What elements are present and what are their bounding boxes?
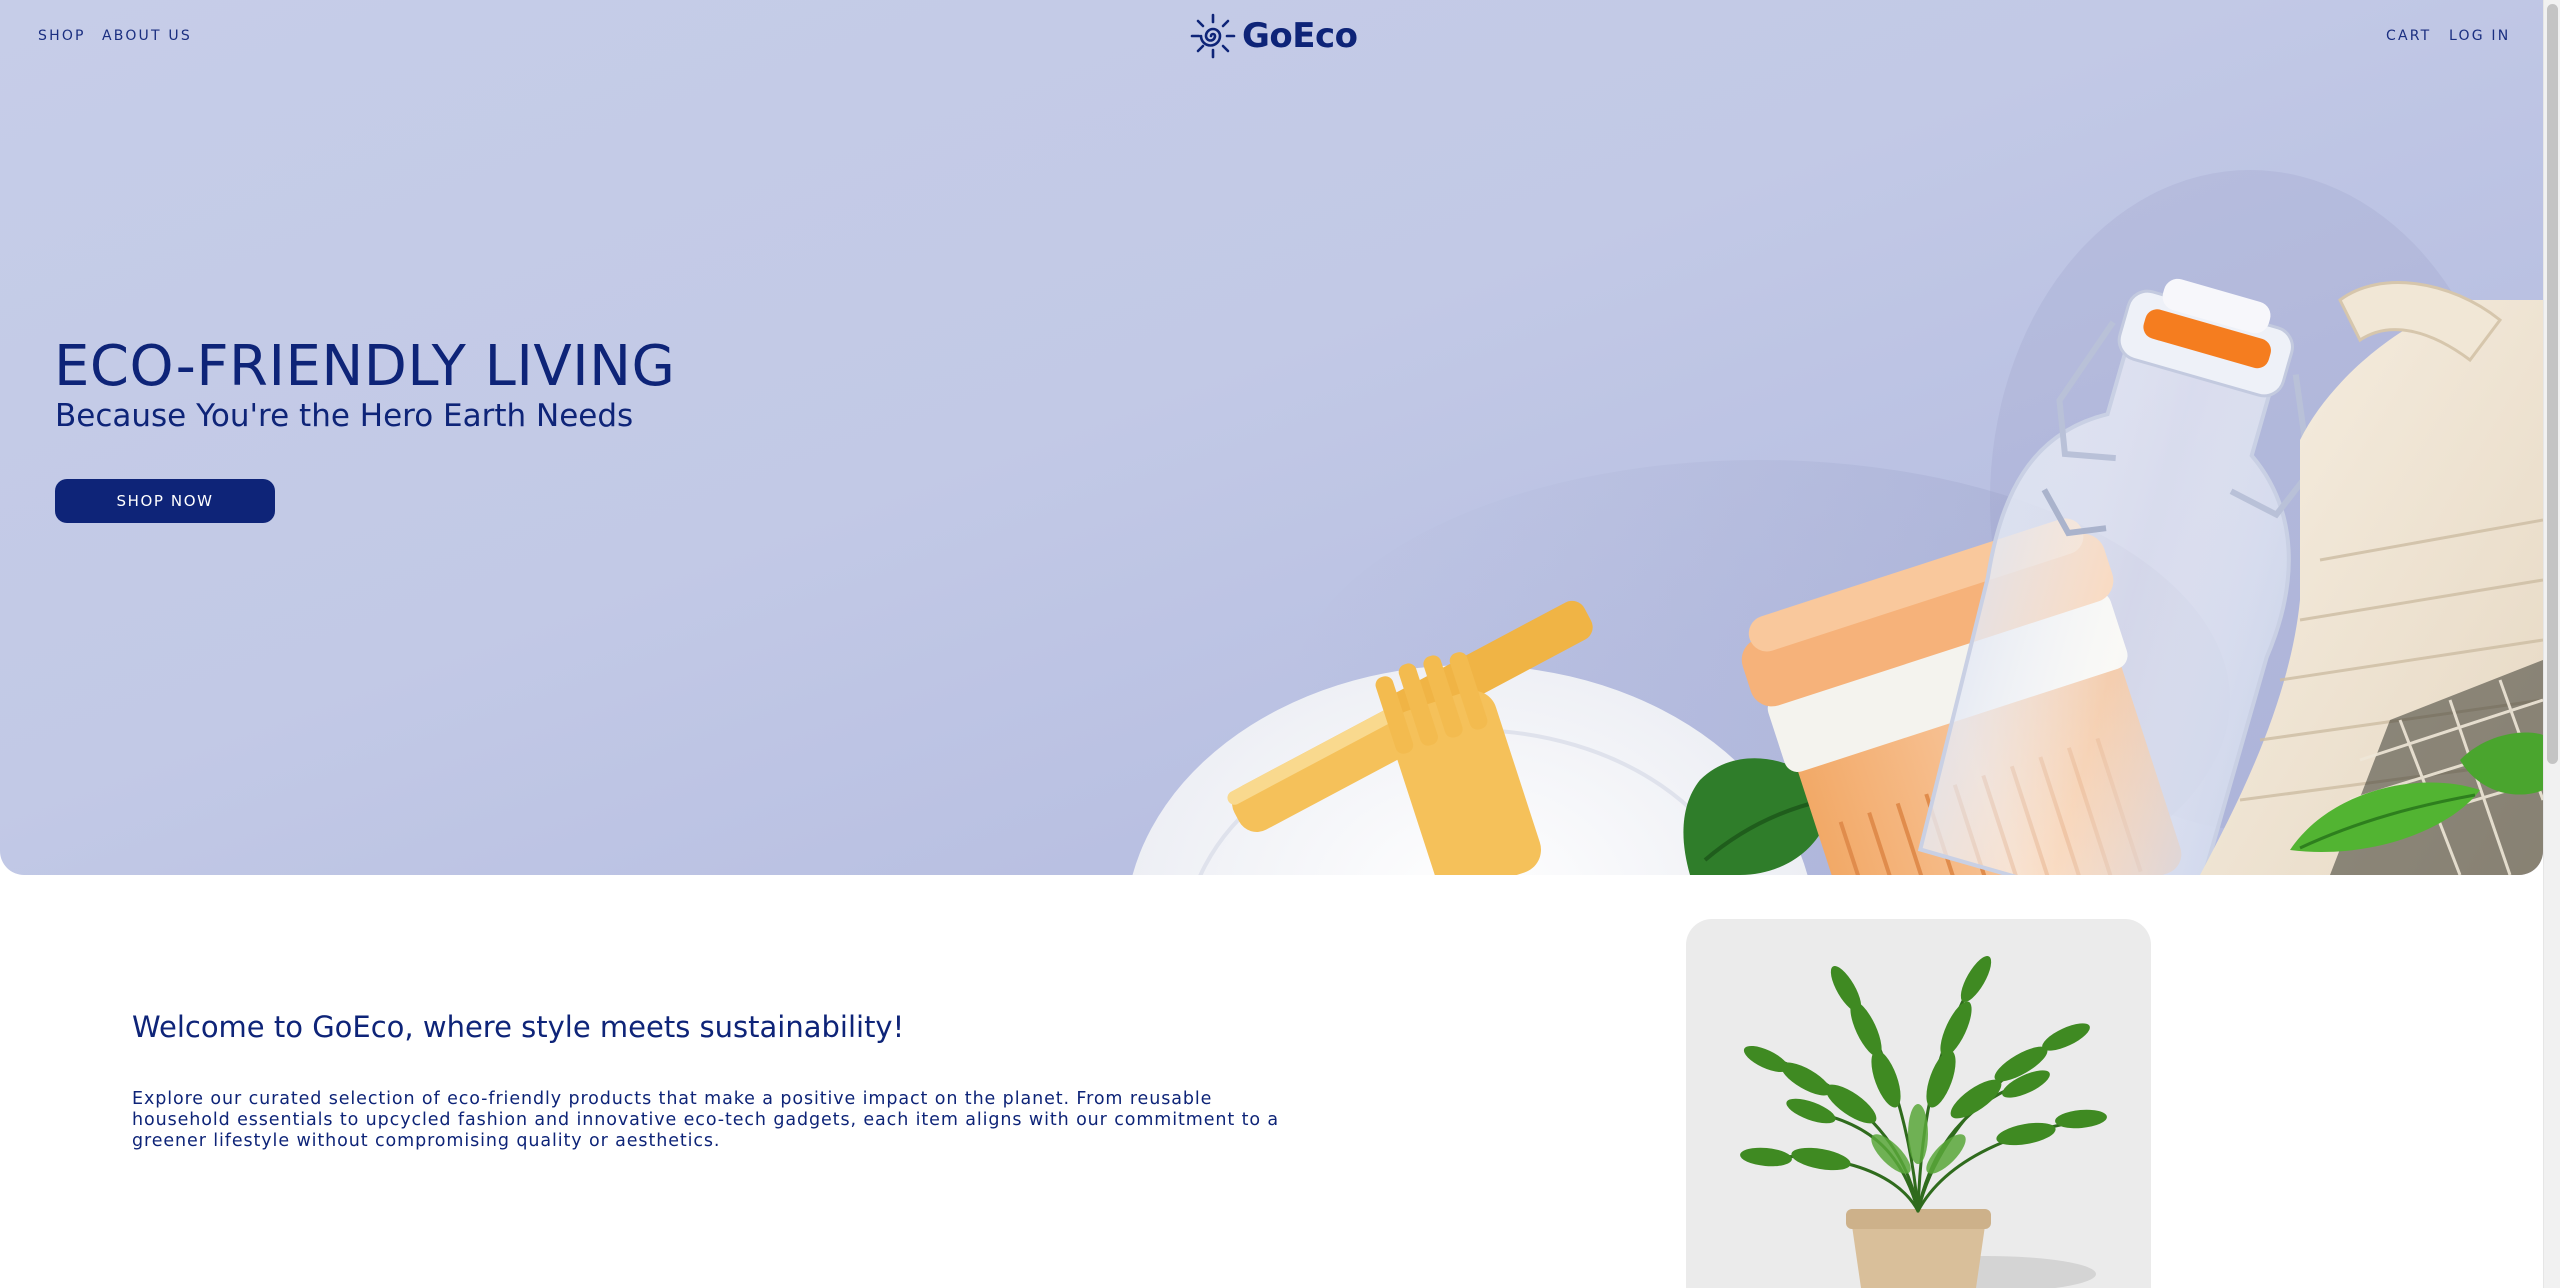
hero-title: ECO-FRIENDLY LIVING: [54, 334, 676, 399]
hero-product-image: [1132, 170, 2543, 875]
nav-link-log-in[interactable]: LOG IN: [2449, 28, 2510, 44]
goeco-logo[interactable]: GoEco: [1190, 12, 1358, 60]
shop-now-button[interactable]: SHOP NOW: [55, 479, 275, 523]
hero-subtitle: Because You're the Hero Earth Needs: [55, 398, 634, 434]
welcome-description: Explore our curated selection of eco-fri…: [132, 1089, 1280, 1151]
welcome-heading: Welcome to GoEco, where style meets sust…: [132, 1010, 905, 1044]
hero-banner: SHOP ABOUT US GoEco CART LOG IN ECO-FRIE…: [0, 0, 2543, 875]
nav-link-shop[interactable]: SHOP: [38, 28, 86, 44]
plant-product-card[interactable]: [1686, 919, 2151, 1288]
fern-plant-image: [1740, 956, 2107, 1288]
top-navigation: SHOP ABOUT US GoEco CART LOG IN: [0, 0, 2543, 72]
page-scrollbar[interactable]: [2543, 0, 2560, 1288]
logo-wordmark: GoEco: [1242, 16, 1358, 56]
scrollbar-thumb[interactable]: [2547, 4, 2558, 764]
nav-link-cart[interactable]: CART: [2386, 28, 2431, 44]
nav-link-about-us[interactable]: ABOUT US: [102, 28, 192, 44]
sun-spiral-icon: [1190, 13, 1236, 59]
